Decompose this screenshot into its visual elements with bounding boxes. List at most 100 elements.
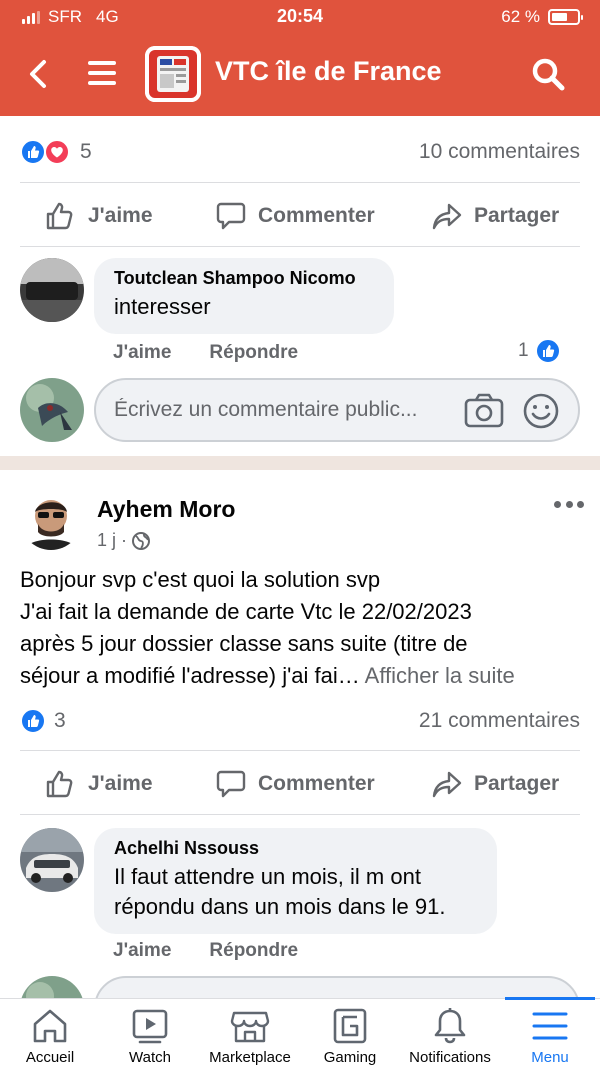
watch-icon — [132, 1009, 168, 1044]
comment-icon — [216, 770, 246, 798]
home-icon — [33, 1009, 67, 1043]
divider — [20, 750, 580, 751]
comments-count[interactable]: 10 commentaires — [419, 140, 580, 164]
tab-menu[interactable]: Menu — [510, 999, 590, 1068]
post-text-line: J'ai fait la demande de carte Vtc le 22/… — [20, 599, 472, 624]
post-body: Bonjour svp c'est quoi la solution svp J… — [20, 564, 585, 692]
emoji-icon[interactable] — [522, 392, 560, 430]
share-icon — [432, 203, 462, 230]
tab-watch[interactable]: Watch — [110, 999, 190, 1068]
comment-bubble[interactable]: Toutclean Shampoo Nicomo interesser — [94, 258, 394, 334]
comment-like-button[interactable]: J'aime — [113, 940, 171, 962]
tab-notifications[interactable]: Notifications — [400, 999, 500, 1068]
group-logo[interactable] — [145, 46, 201, 102]
tab-label: Marketplace — [209, 1049, 291, 1066]
comment-author[interactable]: Toutclean Shampoo Nicomo — [114, 268, 374, 289]
globe-icon — [132, 531, 151, 550]
comment-like-button[interactable]: J'aime — [113, 342, 171, 364]
camera-icon[interactable] — [464, 392, 504, 430]
post-separator — [0, 456, 600, 470]
divider — [20, 814, 580, 815]
marketplace-icon — [230, 1011, 270, 1043]
group-title[interactable]: VTC île de France — [215, 56, 442, 87]
tab-label: Watch — [129, 1049, 171, 1066]
commenter-avatar[interactable] — [20, 828, 84, 892]
like-label: J'aime — [88, 204, 153, 227]
thumbs-up-icon — [46, 770, 73, 798]
reactions-summary[interactable]: 5 10 commentaires — [20, 132, 580, 172]
status-bar: SFR 4G 20:54 62 % — [0, 0, 600, 34]
like-reaction-icon — [20, 139, 46, 165]
love-reaction-icon — [44, 139, 70, 165]
tab-label: Notifications — [409, 1049, 491, 1066]
see-more-link[interactable]: Afficher la suite — [365, 663, 515, 688]
like-button[interactable]: J'aime — [44, 200, 153, 232]
comment-reply-button[interactable]: Répondre — [209, 342, 298, 364]
battery-percent: 62 % — [501, 7, 540, 26]
divider — [20, 182, 580, 183]
menu-icon — [532, 1012, 568, 1040]
post-text-line: Bonjour svp c'est quoi la solution svp — [20, 567, 381, 592]
tab-label: Menu — [531, 1049, 569, 1066]
tab-marketplace[interactable]: Marketplace — [200, 999, 300, 1068]
post-text-line: après 5 jour dossier classe sans suite (… — [20, 631, 468, 656]
comment-button[interactable]: Commenter — [216, 201, 375, 231]
post-actions: J'aime Commenter Partager — [0, 754, 600, 814]
user-avatar[interactable] — [20, 378, 84, 442]
like-reaction-icon — [20, 708, 46, 734]
bottom-tab-bar: Accueil Watch Marketplace Gaming Notific… — [0, 997, 600, 1068]
comment-button[interactable]: Commenter — [216, 769, 375, 799]
hamburger-menu-icon[interactable] — [86, 58, 118, 88]
thumbs-up-icon — [46, 202, 73, 230]
share-button[interactable]: Partager — [432, 769, 559, 799]
post-author-name[interactable]: Ayhem Moro — [97, 496, 235, 523]
comment-icon — [216, 202, 246, 230]
back-arrow-icon[interactable] — [24, 56, 54, 92]
share-icon — [432, 771, 462, 798]
comments-count[interactable]: 21 commentaires — [419, 709, 580, 733]
comment-text-line: Il faut attendre un mois, il m ont — [114, 864, 421, 889]
gaming-icon — [333, 1008, 367, 1044]
share-label: Partager — [474, 204, 560, 227]
tab-label: Accueil — [25, 1049, 75, 1066]
share-label: Partager — [474, 772, 560, 795]
comment-bubble[interactable]: Achelhi Nssouss Il faut attendre un mois… — [94, 828, 497, 934]
more-options-icon[interactable] — [554, 498, 584, 510]
reaction-count: 3 — [54, 709, 66, 732]
comment-like-count: 1 — [518, 340, 529, 361]
like-label: J'aime — [88, 772, 153, 795]
feed[interactable]: 5 10 commentaires J'aime Commenter Parta… — [0, 116, 600, 998]
user-avatar[interactable] — [20, 976, 84, 998]
battery-icon — [548, 9, 583, 25]
reaction-count: 5 — [80, 140, 92, 163]
reactions-summary[interactable]: 3 21 commentaires — [20, 701, 580, 741]
like-button[interactable]: J'aime — [44, 768, 153, 800]
comment-likes[interactable]: 1 — [518, 338, 561, 364]
comment-composer[interactable] — [94, 378, 580, 442]
post-actions: J'aime Commenter Partager — [0, 186, 600, 246]
search-icon[interactable] — [530, 56, 566, 92]
post-time: 1 j · — [97, 530, 128, 550]
tab-gaming[interactable]: Gaming — [310, 999, 390, 1068]
post-author-avatar[interactable] — [20, 488, 82, 550]
tab-label: Gaming — [323, 1049, 377, 1066]
comment-composer[interactable] — [94, 976, 580, 998]
tab-home[interactable]: Accueil — [10, 999, 90, 1068]
comment-text-line: répondu dans un mois dans le 91. — [114, 894, 446, 919]
comment-label: Commenter — [258, 204, 375, 227]
share-button[interactable]: Partager — [432, 201, 559, 231]
comment-text: interesser — [114, 294, 211, 319]
comment-input[interactable] — [114, 394, 464, 426]
nav-bar: VTC île de France — [0, 34, 600, 114]
bell-icon — [434, 1008, 466, 1044]
app-header: SFR 4G 20:54 62 % VTC île de France — [0, 0, 600, 116]
comment-label: Commenter — [258, 772, 375, 795]
commenter-avatar[interactable] — [20, 258, 84, 322]
comment-actions: J'aime Répondre — [113, 940, 298, 962]
comment-author[interactable]: Achelhi Nssouss — [114, 838, 477, 859]
divider — [20, 246, 580, 247]
comment-actions: J'aime Répondre — [113, 342, 298, 364]
post-timestamp[interactable]: 1 j · — [97, 530, 151, 551]
post-text-line: séjour a modifié l'adresse) j'ai fai… — [20, 663, 360, 688]
comment-reply-button[interactable]: Répondre — [209, 940, 298, 962]
